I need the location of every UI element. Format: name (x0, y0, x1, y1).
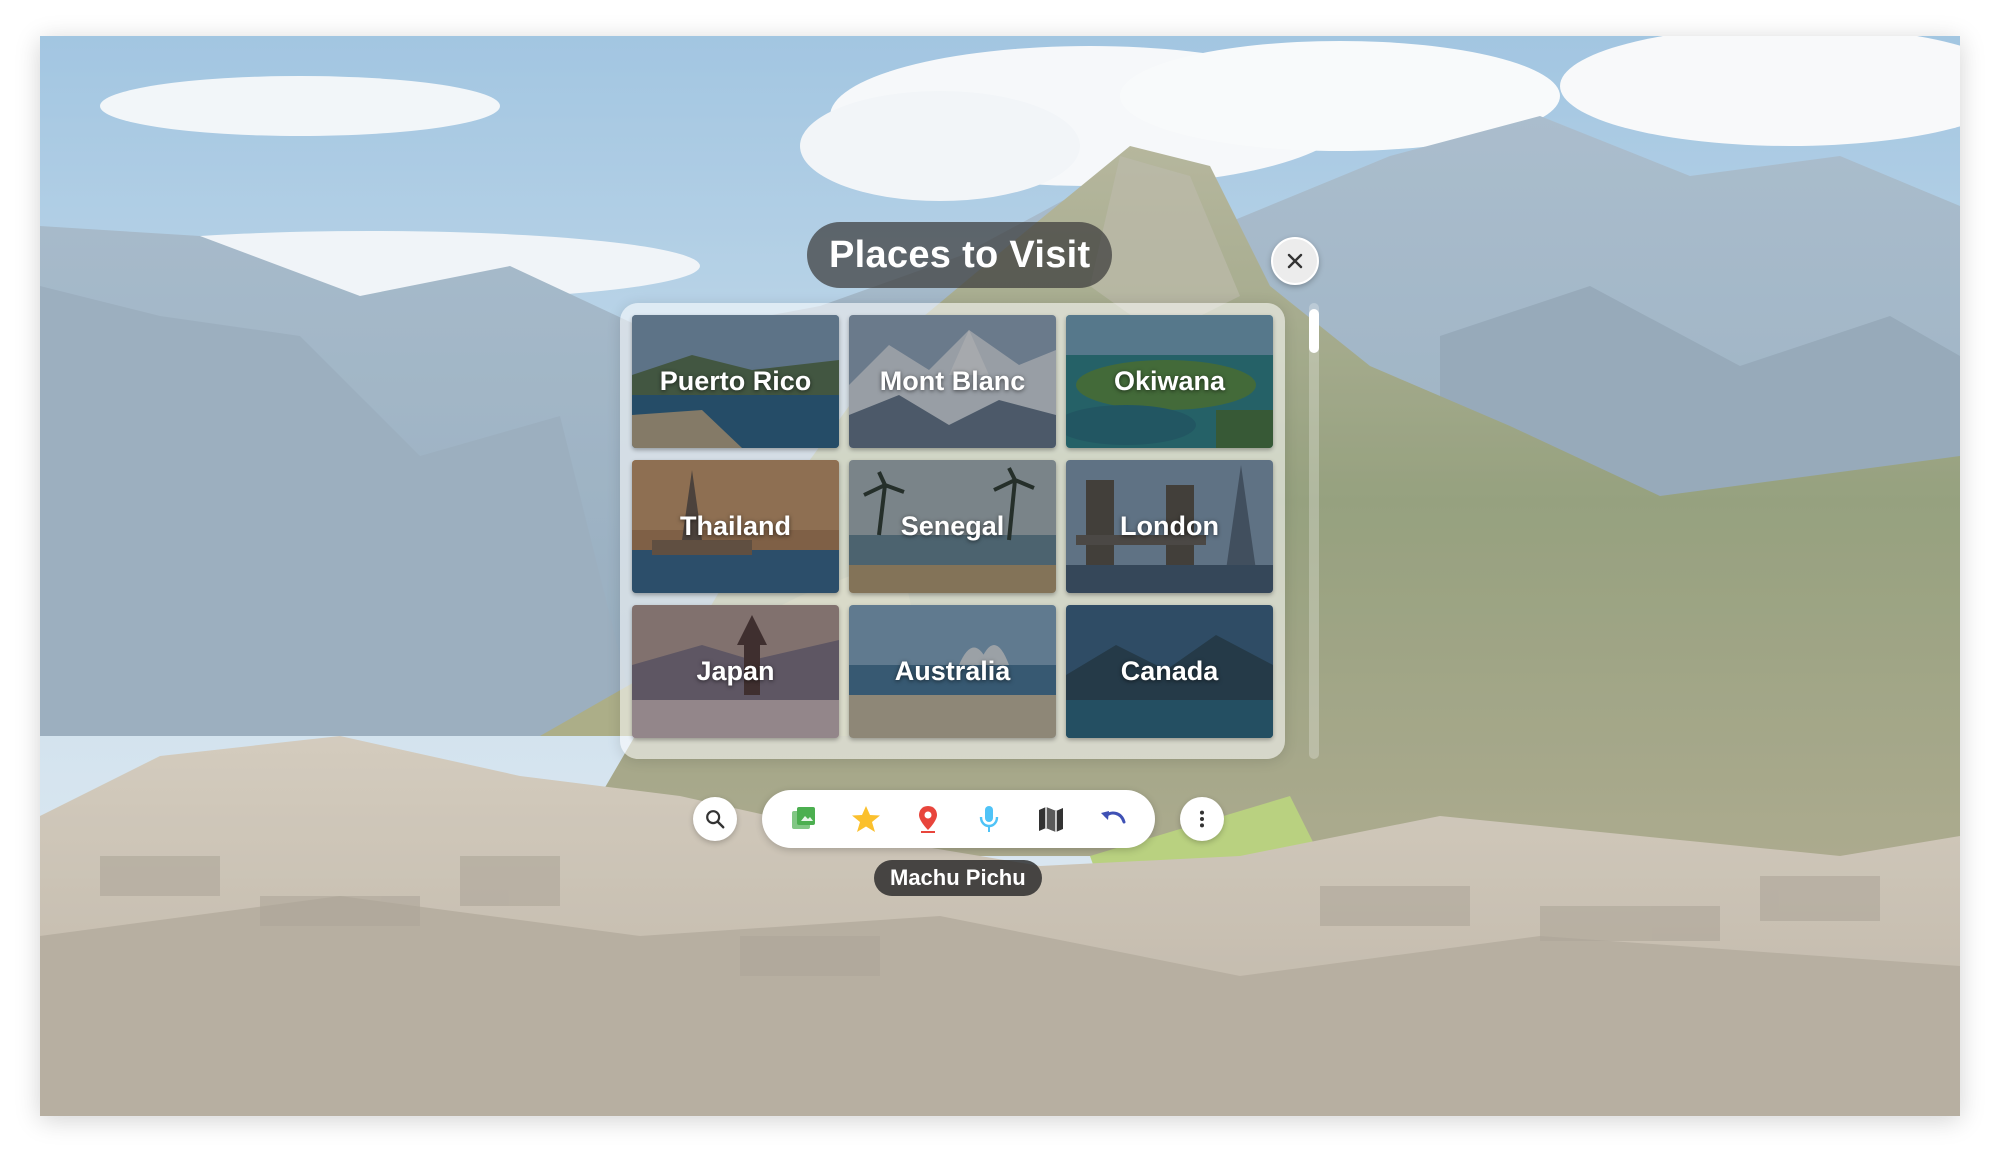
star-icon (851, 806, 880, 832)
gallery-icon (792, 807, 815, 829)
place-label: Senegal (900, 511, 1005, 541)
place-label: Canada (1120, 656, 1219, 686)
place-tile-puerto-rico[interactable]: Puerto Rico (632, 315, 839, 448)
place-tile-senegal[interactable]: Senegal (849, 460, 1056, 593)
scrollbar[interactable] (1309, 303, 1319, 759)
places-panel: Puerto Rico Mont Blanc Okiwana Thailand … (620, 303, 1285, 759)
toolbar (762, 790, 1155, 848)
place-tile-canada[interactable]: Canada (1066, 605, 1273, 738)
place-label: Puerto Rico (659, 366, 812, 396)
more-vertical-icon (1199, 810, 1205, 828)
more-options-button[interactable] (1180, 797, 1224, 841)
place-tile-okiwana[interactable]: Okiwana (1066, 315, 1273, 448)
page-title: Places to Visit (807, 222, 1113, 288)
gallery-button[interactable] (784, 799, 824, 839)
search-icon (706, 810, 725, 829)
microphone-icon (980, 806, 999, 832)
close-button[interactable] (1271, 237, 1319, 285)
place-label: Okiwana (1113, 366, 1226, 396)
favorite-button[interactable] (846, 799, 886, 839)
voice-button[interactable] (969, 799, 1009, 839)
map-icon (1039, 807, 1064, 832)
place-tile-london[interactable]: London (1066, 460, 1273, 593)
place-tile-thailand[interactable]: Thailand (632, 460, 839, 593)
place-label: Japan (696, 656, 775, 686)
place-tile-japan[interactable]: Japan (632, 605, 839, 738)
close-icon (1287, 253, 1303, 269)
place-tile-australia[interactable]: Australia (849, 605, 1056, 738)
place-label: Thailand (679, 511, 791, 541)
current-location-label: Machu Pichu (874, 860, 1042, 896)
place-label: Australia (894, 656, 1011, 686)
places-grid: Puerto Rico Mont Blanc Okiwana Thailand … (632, 315, 1273, 738)
undo-icon (1100, 811, 1126, 824)
scrollbar-thumb[interactable] (1309, 309, 1319, 353)
undo-button[interactable] (1093, 799, 1133, 839)
place-label: Mont Blanc (879, 366, 1026, 396)
location-pin-icon (918, 806, 937, 833)
map-button[interactable] (1031, 799, 1071, 839)
place-tile-mont-blanc[interactable]: Mont Blanc (849, 315, 1056, 448)
location-button[interactable] (908, 799, 948, 839)
place-label: London (1120, 511, 1219, 541)
search-button[interactable] (693, 797, 737, 841)
